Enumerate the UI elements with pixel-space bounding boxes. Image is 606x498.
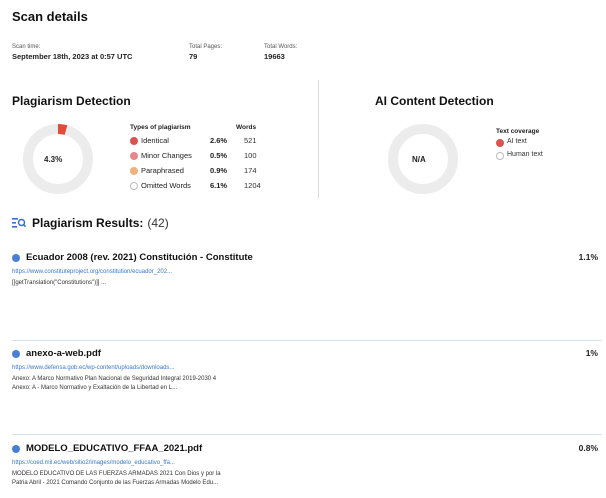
ai-text-dot xyxy=(496,139,504,147)
result-title-row: MODELO_EDUCATIVO_FFAA_2021.pdf 0.8% xyxy=(12,443,598,454)
result-snippet: Anexo: A Marco Normativo Plan Nacional d… xyxy=(12,375,598,393)
plagiarism-type-row: Omitted Words 6.1% 1204 xyxy=(130,179,270,194)
total-pages: Total Pages: 79 xyxy=(189,44,222,61)
result-percent: 1.1% xyxy=(578,252,598,262)
source-bullet-icon xyxy=(12,349,20,358)
ai-content-detection-title: AI Content Detection xyxy=(375,94,494,108)
plagiarism-type-name: Identical xyxy=(141,136,169,145)
result-url[interactable]: https://coed.mil.ec/web/sitio2/images/mo… xyxy=(12,460,598,466)
results-title: Plagiarism Results: xyxy=(32,216,144,230)
plagiarism-type-percent: 0.9% xyxy=(210,166,228,175)
result-item[interactable]: anexo-a-web.pdf 1% https://www.defensa.g… xyxy=(12,348,598,393)
total-words-label: Total Words: xyxy=(264,44,298,50)
result-snippet: [[getTranslation("Constitutions")]] ... xyxy=(12,279,598,288)
ai-legend-ai-text: AI text xyxy=(496,137,539,148)
result-percent: 1% xyxy=(585,348,598,358)
plagiarism-results-header: Plagiarism Results: (42) xyxy=(12,216,169,230)
total-pages-value: 79 xyxy=(189,52,198,61)
scan-time-label: Scan time: xyxy=(12,44,41,50)
plagiarism-type-dot xyxy=(130,167,138,175)
plagiarism-type-name: Paraphrased xyxy=(141,166,184,175)
result-title[interactable]: Ecuador 2008 (rev. 2021) Constitución - … xyxy=(26,252,253,263)
ai-legend: Text coverage AI text Human text xyxy=(496,128,543,161)
plagiarism-type-words: 1204 xyxy=(244,181,261,190)
plagiarism-type-dot xyxy=(130,182,138,190)
plagiarism-type-dot xyxy=(130,137,138,145)
plagiarism-type-dot xyxy=(130,152,138,160)
result-url[interactable]: https://www.defensa.gob.ec/wp-content/up… xyxy=(12,365,598,371)
plagiarism-type-name: Minor Changes xyxy=(141,151,192,160)
source-bullet-icon xyxy=(12,444,20,453)
result-snippet: MODELO EDUCATIVO DE LAS FUERZAS ARMADAS … xyxy=(12,470,598,488)
total-pages-label: Total Pages: xyxy=(189,44,223,50)
result-snippet-line: Anexo: A - Marco Normativo y Exaltación … xyxy=(12,385,178,391)
result-divider xyxy=(12,340,602,341)
results-list-search-icon xyxy=(12,218,26,228)
total-words: Total Words: 19663 xyxy=(264,44,297,61)
human-text-dot xyxy=(496,152,504,160)
result-divider xyxy=(12,434,602,435)
result-title-row: Ecuador 2008 (rev. 2021) Constitución - … xyxy=(12,252,598,263)
scan-time: Scan time: September 18th, 2023 at 0:57 … xyxy=(12,44,132,61)
plagiarism-detection-title: Plagiarism Detection xyxy=(12,94,131,108)
plagiarism-type-name: Omitted Words xyxy=(141,181,191,190)
result-title[interactable]: MODELO_EDUCATIVO_FFAA_2021.pdf xyxy=(26,443,202,454)
plagiarism-percent: 4.3% xyxy=(44,155,63,164)
plagiarism-type-words: 521 xyxy=(244,136,257,145)
result-title-row: anexo-a-web.pdf 1% xyxy=(12,348,598,359)
human-text-label: Human text xyxy=(507,151,543,158)
plagiarism-types-table: Types of plagiarism Words Identical 2.6% 5… xyxy=(130,124,270,194)
ai-value: N/A xyxy=(412,155,426,164)
result-snippet-line: MODELO EDUCATIVO DE LAS FUERZAS ARMADAS … xyxy=(12,471,221,477)
plagiarism-types-header: Types of plagiarism Words xyxy=(130,124,270,134)
plagiarism-type-row: Minor Changes 0.5% 100 xyxy=(130,149,270,164)
results-count: (42) xyxy=(147,216,169,230)
plagiarism-type-percent: 6.1% xyxy=(210,181,228,190)
plagiarism-type-row: Paraphrased 0.9% 174 xyxy=(130,164,270,179)
plagiarism-type-words: 174 xyxy=(244,166,257,175)
section-divider xyxy=(318,80,319,198)
result-snippet-line: [[getTranslation("Constitutions")]] ... xyxy=(12,280,107,286)
plagiarism-type-words: 100 xyxy=(244,151,257,160)
ai-text-label: AI text xyxy=(507,138,527,145)
result-percent: 0.8% xyxy=(578,443,598,453)
result-url[interactable]: https://www.constituteproject.org/consti… xyxy=(12,269,598,275)
plagiarism-type-row: Identical 2.6% 521 xyxy=(130,134,270,149)
result-item[interactable]: Ecuador 2008 (rev. 2021) Constitución - … xyxy=(12,252,598,288)
ai-legend-human-text: Human text xyxy=(496,150,543,161)
result-item[interactable]: MODELO_EDUCATIVO_FFAA_2021.pdf 0.8% http… xyxy=(12,443,598,488)
text-coverage-header: Text coverage xyxy=(496,128,540,135)
result-title[interactable]: anexo-a-web.pdf xyxy=(26,348,101,359)
total-words-value: 19663 xyxy=(264,52,285,61)
plagiarism-type-percent: 0.5% xyxy=(210,151,228,160)
plagiarism-type-percent: 2.6% xyxy=(210,136,228,145)
result-snippet-line: Patria Abril - 2021 Comando Conjunto de … xyxy=(12,480,219,486)
types-header: Types of plagiarism xyxy=(130,124,191,131)
source-bullet-icon xyxy=(12,253,20,262)
scan-details-title: Scan details xyxy=(12,9,88,24)
words-header: Words xyxy=(236,124,257,131)
result-snippet-line: Anexo: A Marco Normativo Plan Nacional d… xyxy=(12,376,217,382)
scan-time-value: September 18th, 2023 at 0:57 UTC xyxy=(12,52,133,61)
